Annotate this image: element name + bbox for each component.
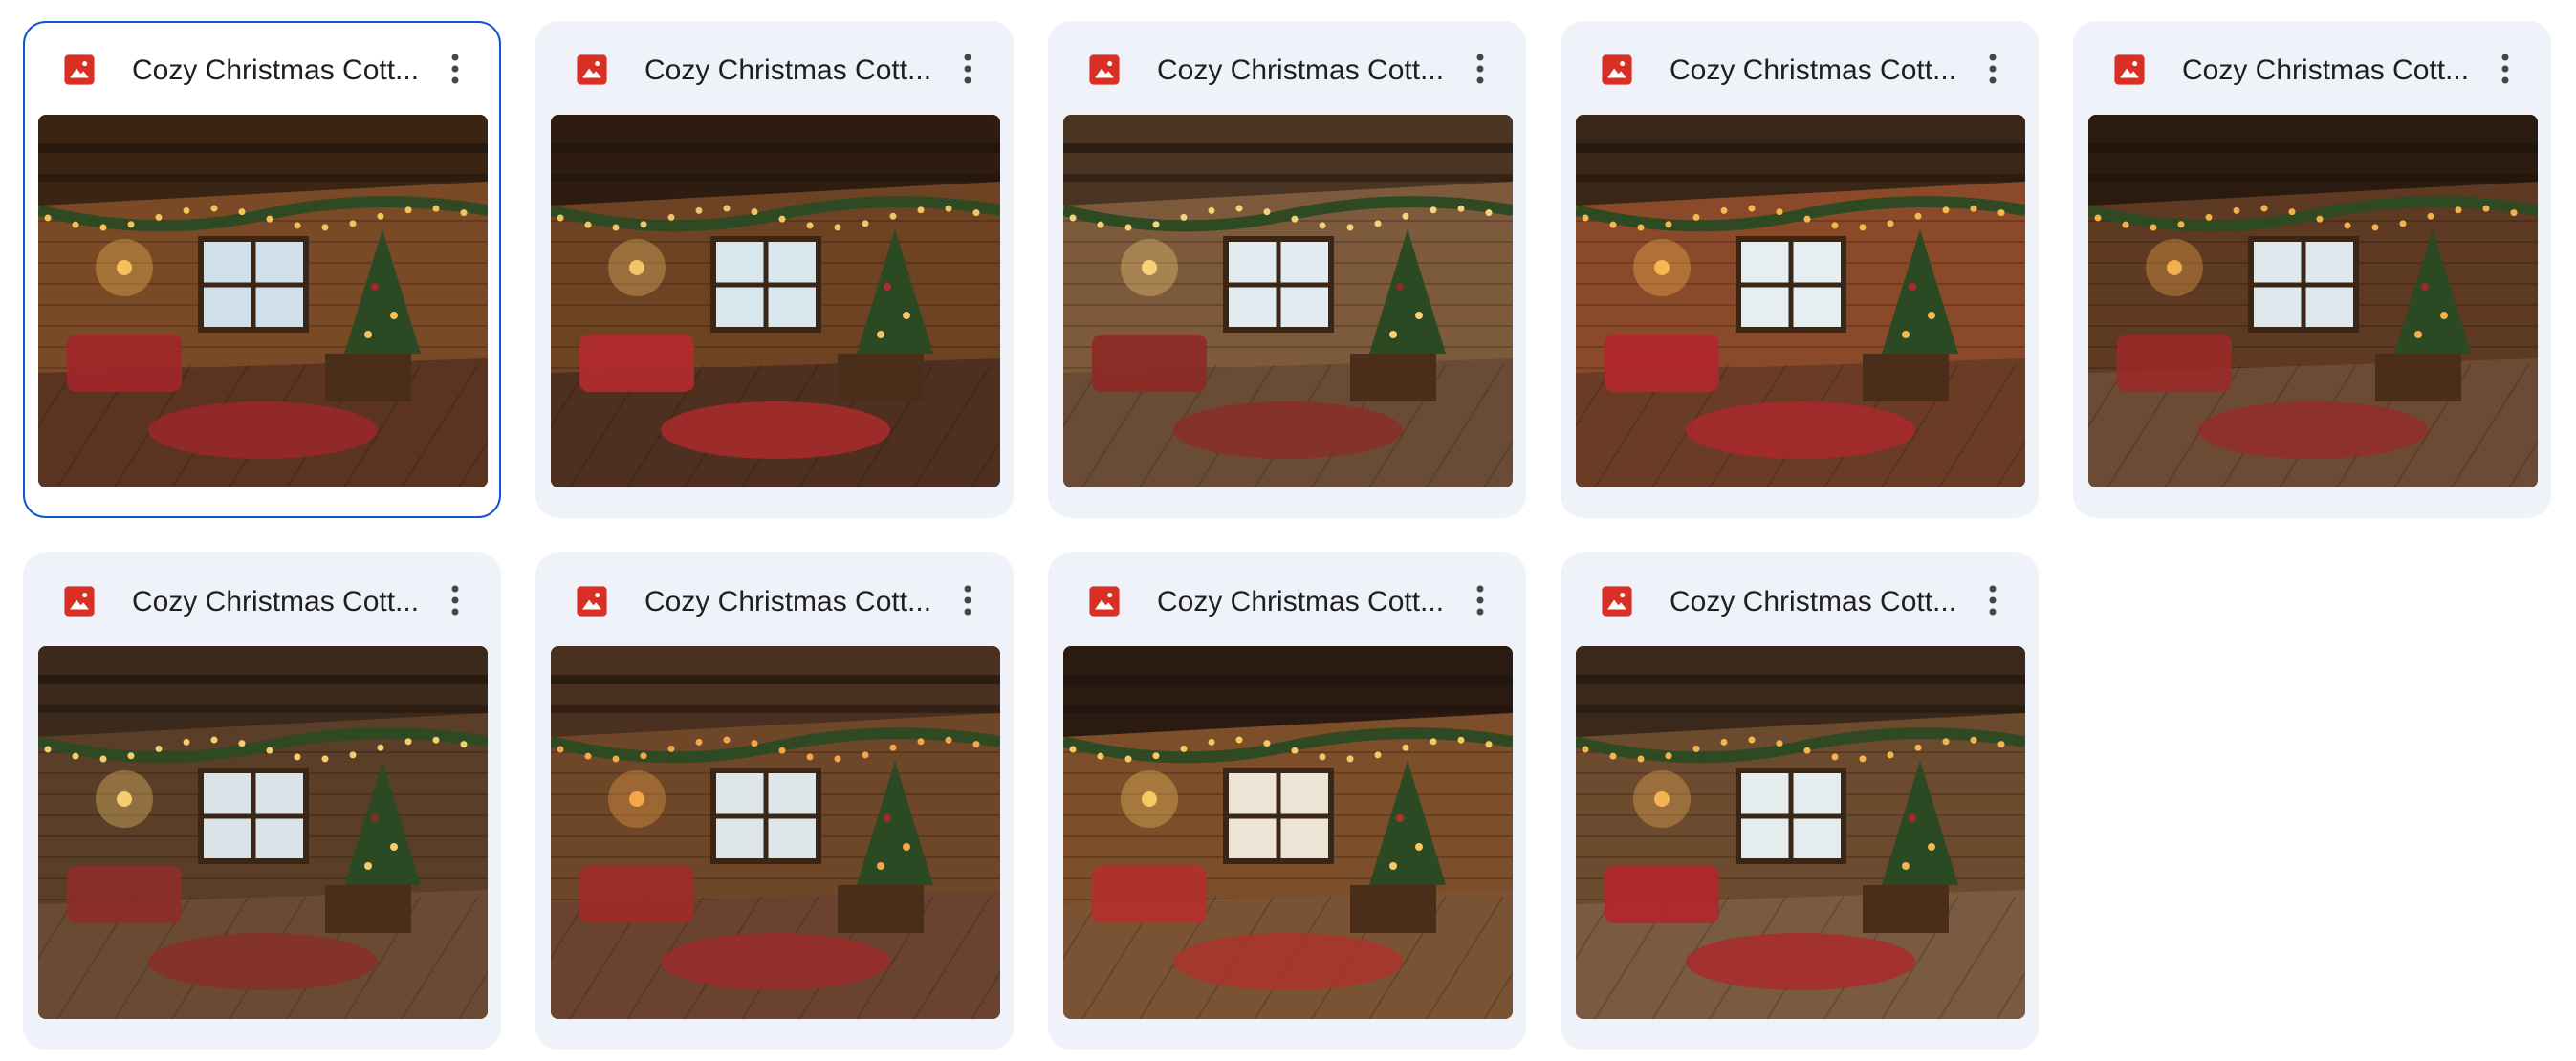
file-card-header: Cozy Christmas Cott... — [25, 23, 499, 115]
file-card[interactable]: Cozy Christmas Cott... — [1561, 21, 2039, 518]
file-thumbnail[interactable] — [1063, 115, 1513, 487]
file-name: Cozy Christmas Cott... — [132, 586, 420, 617]
file-thumbnail[interactable] — [551, 115, 1000, 487]
more-options-button[interactable] — [943, 44, 993, 94]
image-file-icon — [2113, 54, 2146, 86]
file-name: Cozy Christmas Cott... — [2182, 54, 2470, 86]
image-file-icon — [63, 54, 96, 86]
file-card-header: Cozy Christmas Cott... — [1050, 554, 1524, 646]
file-name: Cozy Christmas Cott... — [132, 54, 420, 86]
more-options-button[interactable] — [1968, 575, 2018, 625]
file-card[interactable]: Cozy Christmas Cott... — [2073, 21, 2551, 518]
file-thumbnail[interactable] — [1063, 646, 1513, 1019]
image-file-icon — [1088, 585, 1121, 617]
file-card[interactable]: Cozy Christmas Cott... — [1048, 21, 1526, 518]
more-options-button[interactable] — [1968, 44, 2018, 94]
more-options-button[interactable] — [430, 575, 480, 625]
file-card[interactable]: Cozy Christmas Cott... — [1048, 552, 1526, 1050]
more-options-button[interactable] — [430, 44, 480, 94]
image-file-icon — [63, 585, 96, 617]
file-card-header: Cozy Christmas Cott... — [1050, 23, 1524, 115]
more-options-button[interactable] — [1455, 575, 1505, 625]
file-thumbnail[interactable] — [551, 646, 1000, 1019]
file-card-header: Cozy Christmas Cott... — [1562, 554, 2037, 646]
file-card[interactable]: Cozy Christmas Cott... — [535, 552, 1014, 1050]
file-thumbnail[interactable] — [38, 115, 488, 487]
image-file-icon — [1601, 585, 1633, 617]
file-name: Cozy Christmas Cott... — [1157, 54, 1445, 86]
image-file-icon — [576, 585, 608, 617]
file-thumbnail[interactable] — [38, 646, 488, 1019]
file-card-header: Cozy Christmas Cott... — [1562, 23, 2037, 115]
image-file-icon — [1601, 54, 1633, 86]
file-card[interactable]: Cozy Christmas Cott... — [23, 21, 501, 518]
more-options-button[interactable] — [943, 575, 993, 625]
file-card[interactable]: Cozy Christmas Cott... — [1561, 552, 2039, 1050]
more-options-button[interactable] — [1455, 44, 1505, 94]
file-grid: Cozy Christmas Cott... Cozy Christmas Co… — [23, 21, 2551, 1050]
file-card[interactable]: Cozy Christmas Cott... — [23, 552, 501, 1050]
image-file-icon — [576, 54, 608, 86]
file-name: Cozy Christmas Cott... — [1670, 54, 1957, 86]
file-card[interactable]: Cozy Christmas Cott... — [535, 21, 1014, 518]
file-thumbnail[interactable] — [1576, 646, 2025, 1019]
file-name: Cozy Christmas Cott... — [644, 586, 932, 617]
file-card-header: Cozy Christmas Cott... — [537, 23, 1012, 115]
file-card-header: Cozy Christmas Cott... — [25, 554, 499, 646]
file-name: Cozy Christmas Cott... — [1157, 586, 1445, 617]
file-name: Cozy Christmas Cott... — [644, 54, 932, 86]
file-card-header: Cozy Christmas Cott... — [2075, 23, 2549, 115]
image-file-icon — [1088, 54, 1121, 86]
file-thumbnail[interactable] — [1576, 115, 2025, 487]
more-options-button[interactable] — [2480, 44, 2530, 94]
file-name: Cozy Christmas Cott... — [1670, 586, 1957, 617]
file-thumbnail[interactable] — [2088, 115, 2538, 487]
file-card-header: Cozy Christmas Cott... — [537, 554, 1012, 646]
